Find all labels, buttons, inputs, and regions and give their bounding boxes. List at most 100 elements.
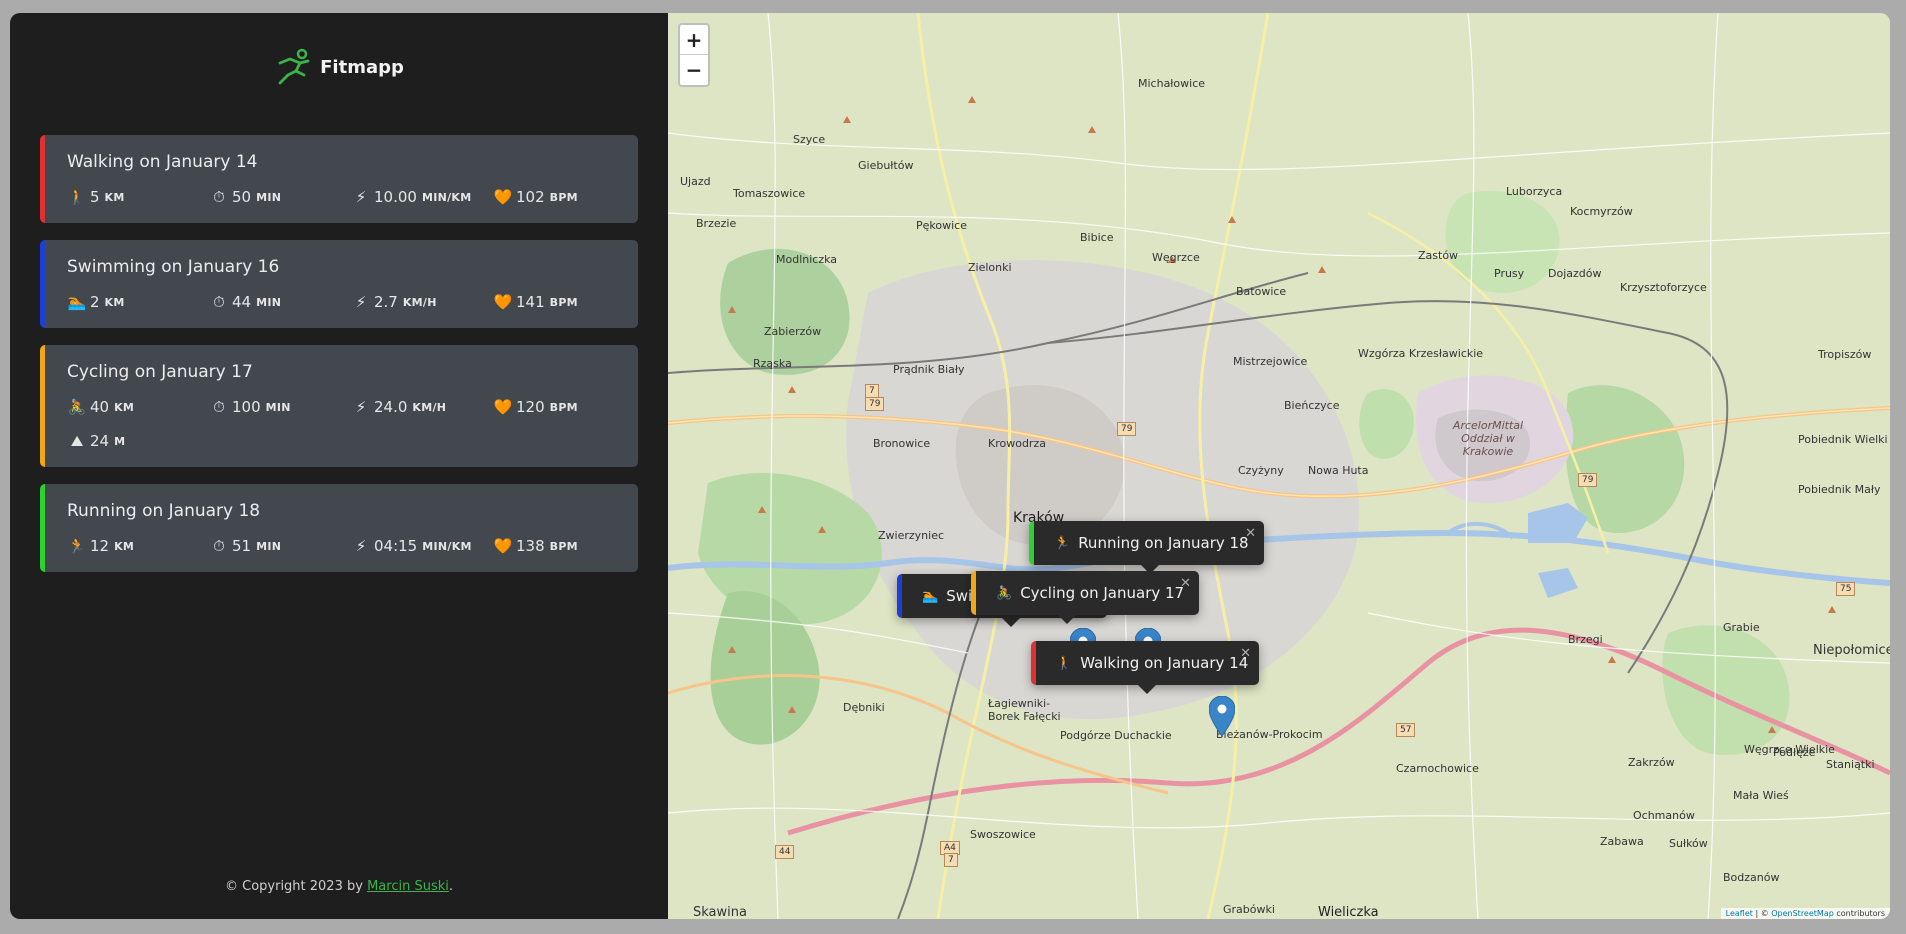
popup-running[interactable]: 🏃 Running on January 18 ✕ bbox=[1029, 521, 1264, 574]
detail-unit: km bbox=[114, 539, 135, 553]
map-label-place: Szyce bbox=[793, 133, 826, 146]
road-number: 57 bbox=[1396, 723, 1416, 737]
map-label-place: Zastów bbox=[1418, 249, 1459, 262]
map-label-place: Modlniczka bbox=[776, 253, 838, 266]
lightning-icon: ⚡ bbox=[355, 537, 367, 555]
map-label-place: Tomaszowice bbox=[733, 187, 806, 200]
map-label-place: Staniątki bbox=[1826, 758, 1875, 771]
runner-logo-icon bbox=[278, 48, 310, 85]
map-label-place: Dojazdów bbox=[1548, 267, 1602, 280]
detail-value: 44 bbox=[232, 293, 252, 311]
map-label-place: Niepołomice bbox=[1813, 643, 1890, 658]
zoom-out-button[interactable]: − bbox=[680, 55, 708, 85]
stopwatch-icon: ⏱ bbox=[213, 293, 225, 311]
detail-value: 51 bbox=[232, 537, 252, 555]
zoom-in-button[interactable]: + bbox=[680, 25, 708, 55]
map-label-place: Wieliczka bbox=[1318, 905, 1379, 919]
runner-icon: 🏃 bbox=[1054, 535, 1071, 551]
attribution-sep: | © bbox=[1752, 909, 1772, 918]
detail-unit: min bbox=[256, 190, 282, 204]
workout-detail: ⏱ 100 min bbox=[209, 397, 351, 417]
map-label-place: Łagiewniki-Borek Fałęcki bbox=[988, 697, 1061, 723]
workout-detail: ⏱ 51 min bbox=[209, 536, 351, 556]
detail-value: 12 bbox=[90, 537, 110, 555]
workout-detail: ⛰ 24 m bbox=[67, 431, 209, 451]
heart-icon: 🧡 bbox=[493, 537, 513, 555]
osm-link[interactable]: OpenStreetMap bbox=[1771, 909, 1834, 918]
detail-value: 04:15 bbox=[374, 537, 418, 555]
workout-title: Swimming on January 16 bbox=[67, 257, 280, 277]
logo[interactable]: Fitmapp bbox=[10, 47, 668, 87]
popup-cycling[interactable]: 🚴 Cycling on January 17 ✕ bbox=[971, 571, 1199, 624]
map-label-place: Brzegi bbox=[1568, 633, 1603, 646]
workout-detail: ⚡ 24.0 km/h bbox=[351, 397, 493, 417]
close-icon[interactable]: ✕ bbox=[1180, 576, 1191, 591]
close-icon[interactable]: ✕ bbox=[1240, 646, 1251, 661]
map-label-place: Prądnik Biały bbox=[893, 363, 965, 376]
detail-value: 24.0 bbox=[374, 398, 408, 416]
workout-details: 🚴 40 km ⏱ 100 min ⚡ 24.0 km/h 🧡 120 bpm ⛰ 24 m bbox=[67, 397, 638, 451]
detail-value: 10.00 bbox=[374, 188, 417, 206]
detail-unit: bpm bbox=[549, 295, 578, 309]
workout-detail: ⚡ 10.00 min/km bbox=[351, 187, 493, 207]
map-label-place: Prusy bbox=[1494, 267, 1525, 280]
popup-label: Walking on January 14 bbox=[1080, 654, 1249, 672]
map-label-place: Pękowice bbox=[916, 219, 967, 232]
attribution-tail: contributors bbox=[1833, 909, 1885, 918]
popup-label: Running on January 18 bbox=[1078, 534, 1249, 552]
heart-icon: 🧡 bbox=[493, 293, 513, 311]
workout-detail: 🧡 120 bpm bbox=[493, 397, 635, 417]
detail-value: 2 bbox=[90, 293, 100, 311]
workout-detail: 🚶 5 km bbox=[67, 187, 209, 207]
map-label-place: Zabierzów bbox=[764, 325, 822, 338]
heart-icon: 🧡 bbox=[493, 188, 513, 206]
map-label-place: Mała Wieś bbox=[1733, 789, 1789, 802]
cyclist-icon: 🚴 bbox=[67, 398, 87, 416]
workout-card[interactable]: Cycling on January 17 🚴 40 km ⏱ 100 min ⚡ 24.0 km… bbox=[40, 345, 638, 467]
sidebar: Fitmapp Walking on January 14 🚶 5 km ⏱ 50 min ⚡… bbox=[10, 13, 668, 919]
workout-title: Walking on January 14 bbox=[67, 152, 258, 172]
author-link[interactable]: Marcin Suski bbox=[367, 879, 449, 894]
detail-value: 24 bbox=[90, 432, 110, 450]
map-label-place: Krzysztoforzyce bbox=[1620, 281, 1707, 294]
workout-detail: 🏊 2 km bbox=[67, 292, 209, 312]
workout-details: 🚶 5 km ⏱ 50 min ⚡ 10.00 min/km 🧡 102 bpm bbox=[67, 187, 638, 207]
app-window: Fitmapp Walking on January 14 🚶 5 km ⏱ 50 min ⚡… bbox=[10, 13, 1890, 919]
workout-title: Cycling on January 17 bbox=[67, 362, 253, 382]
workout-detail: 🚴 40 km bbox=[67, 397, 209, 417]
map-label-place: Tropiszów bbox=[1818, 348, 1872, 361]
workout-card[interactable]: Running on January 18 🏃 12 km ⏱ 51 min ⚡ 04:15 mi… bbox=[40, 484, 638, 572]
map-label-place: Podgórze Duchackie bbox=[1060, 729, 1172, 742]
road-number: 7 bbox=[944, 853, 958, 867]
map-attribution: Leaflet | © OpenStreetMap contributors bbox=[1720, 908, 1890, 919]
map-label-place: Nowa Huta bbox=[1308, 464, 1369, 477]
map-label-place: Bieńczyce bbox=[1284, 399, 1340, 412]
map-label-arcelor: ArcelorMittal Oddział w Krakowie bbox=[1452, 419, 1524, 458]
stopwatch-icon: ⏱ bbox=[213, 537, 225, 555]
copyright-suffix: . bbox=[448, 879, 453, 894]
map-label-place: Pobiednik Mały bbox=[1798, 483, 1881, 496]
popup-walking[interactable]: 🚶 Walking on January 14 ✕ bbox=[1031, 641, 1259, 694]
detail-unit: km/h bbox=[412, 400, 447, 414]
workout-card[interactable]: Swimming on January 16 🏊 2 km ⏱ 44 min ⚡ 2.7 km/h… bbox=[40, 240, 638, 328]
road-number: 44 bbox=[775, 845, 795, 859]
workout-card[interactable]: Walking on January 14 🚶 5 km ⏱ 50 min ⚡ 10.00 min… bbox=[40, 135, 638, 223]
detail-value: 100 bbox=[232, 398, 261, 416]
detail-unit: min bbox=[256, 295, 282, 309]
walking-icon: 🚶 bbox=[1056, 655, 1073, 671]
workout-detail: 🧡 141 bpm bbox=[493, 292, 635, 312]
close-icon[interactable]: ✕ bbox=[1245, 526, 1256, 541]
detail-unit: km bbox=[104, 295, 125, 309]
map-label-place: Kocmyrzów bbox=[1570, 205, 1633, 218]
detail-unit: km bbox=[114, 400, 135, 414]
workout-list: Walking on January 14 🚶 5 km ⏱ 50 min ⚡ 10.00 min… bbox=[40, 135, 638, 572]
map-marker-pin[interactable] bbox=[1209, 696, 1235, 736]
map-label-place: Michałowice bbox=[1138, 77, 1206, 90]
map[interactable]: Kraków ArcelorMittal Oddział w Krakowie … bbox=[668, 13, 1890, 919]
detail-value: 40 bbox=[90, 398, 110, 416]
map-label-place: Wzgórza Krzesławickie bbox=[1358, 347, 1484, 360]
copyright-text: © Copyright 2023 by bbox=[224, 879, 363, 894]
swimmer-icon: 🏊 bbox=[67, 293, 87, 311]
leaflet-link[interactable]: Leaflet bbox=[1726, 909, 1753, 918]
map-label-place: Rząska bbox=[753, 357, 792, 370]
